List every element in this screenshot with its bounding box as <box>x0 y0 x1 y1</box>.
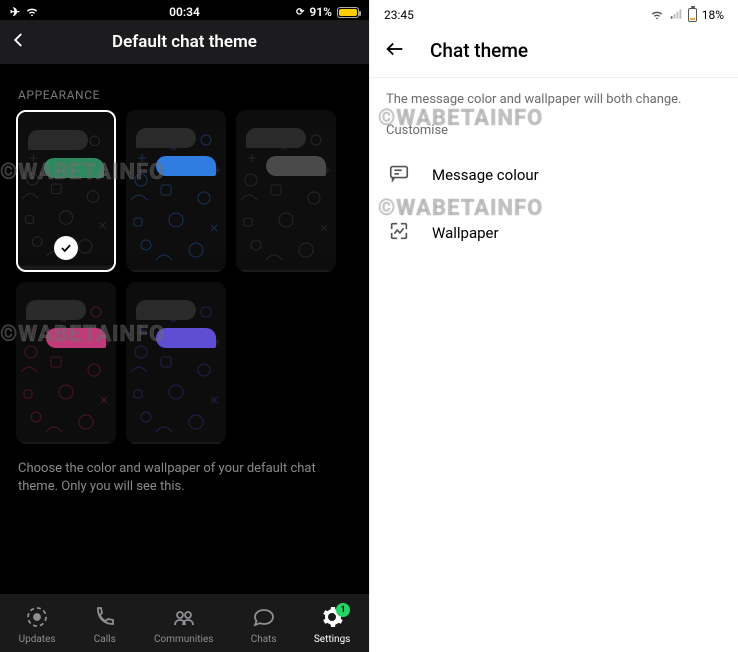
wallpaper-label: Wallpaper <box>432 224 499 242</box>
page-title: Default chat theme <box>112 32 257 52</box>
wallpaper-icon <box>388 220 410 246</box>
ios-screen: ✈ 00:34 ⟳ 91% Default chat theme APPEARA… <box>0 0 369 652</box>
incoming-bubble-icon <box>28 130 88 150</box>
android-header: Chat theme <box>370 24 738 78</box>
message-colour-label: Message colour <box>432 166 539 184</box>
calls-icon <box>93 605 117 632</box>
android-status-bar: 23:45 18% <box>370 0 738 24</box>
appearance-section-label: APPEARANCE <box>0 64 369 110</box>
help-text: Choose the color and wallpaper of your d… <box>0 444 369 512</box>
communities-icon <box>172 605 196 632</box>
tab-calls[interactable]: Calls <box>93 605 117 645</box>
settings-icon: 1 <box>320 605 344 632</box>
theme-swatch-pink[interactable] <box>16 282 116 444</box>
theme-swatch-grey[interactable] <box>236 110 336 272</box>
outgoing-bubble-icon <box>44 158 104 178</box>
tab-label: Settings <box>314 634 351 645</box>
back-button[interactable] <box>384 38 406 64</box>
tab-label: Calls <box>94 634 116 645</box>
tab-communities[interactable]: Communities <box>154 605 213 645</box>
tab-label: Updates <box>19 634 56 645</box>
ios-status-bar: ✈ 00:34 ⟳ 91% <box>0 0 369 20</box>
ios-header: Default chat theme <box>0 20 369 64</box>
status-time: 00:34 <box>169 5 200 19</box>
signal-icon <box>669 7 683 24</box>
incoming-bubble-icon <box>136 128 196 148</box>
theme-swatch-blue[interactable] <box>126 110 226 272</box>
battery-pct: 18% <box>702 8 724 22</box>
theme-swatch-grid <box>0 110 369 444</box>
airplane-mode-icon: ✈ <box>10 5 20 19</box>
incoming-bubble-icon <box>136 300 196 320</box>
outgoing-bubble-icon <box>156 156 216 176</box>
page-title: Chat theme <box>430 39 528 62</box>
badge: 1 <box>336 603 350 617</box>
battery-icon <box>688 8 697 22</box>
tab-bar: Updates Calls Communities Chats 1 Settings <box>0 594 369 652</box>
tab-label: Chats <box>251 634 277 645</box>
wifi-icon <box>25 4 39 21</box>
checkmark-icon <box>54 236 78 260</box>
wifi-icon <box>650 7 664 24</box>
description-text: The message color and wallpaper will bot… <box>370 78 738 123</box>
outgoing-bubble-icon <box>46 328 106 348</box>
chats-icon <box>252 605 276 632</box>
incoming-bubble-icon <box>246 128 306 148</box>
android-screen: 23:45 18% Chat theme The message color a… <box>369 0 738 652</box>
theme-swatch-purple[interactable] <box>126 282 226 444</box>
outgoing-bubble-icon <box>266 156 326 176</box>
orientation-lock-icon: ⟳ <box>296 7 304 18</box>
tab-chats[interactable]: Chats <box>251 605 277 645</box>
battery-pct: 91% <box>309 5 332 19</box>
message-colour-row[interactable]: Message colour <box>370 146 738 204</box>
outgoing-bubble-icon <box>156 328 216 348</box>
wallpaper-row[interactable]: Wallpaper <box>370 204 738 262</box>
incoming-bubble-icon <box>26 300 86 320</box>
tab-settings[interactable]: 1 Settings <box>314 605 351 645</box>
status-time: 23:45 <box>384 8 414 22</box>
theme-swatch-green[interactable] <box>16 110 116 272</box>
back-button[interactable] <box>10 31 28 53</box>
tab-updates[interactable]: Updates <box>19 605 56 645</box>
tab-label: Communities <box>154 634 213 645</box>
message-colour-icon <box>388 162 410 188</box>
battery-icon <box>337 7 359 18</box>
customise-label: Customise <box>370 123 738 146</box>
updates-icon <box>25 605 49 632</box>
